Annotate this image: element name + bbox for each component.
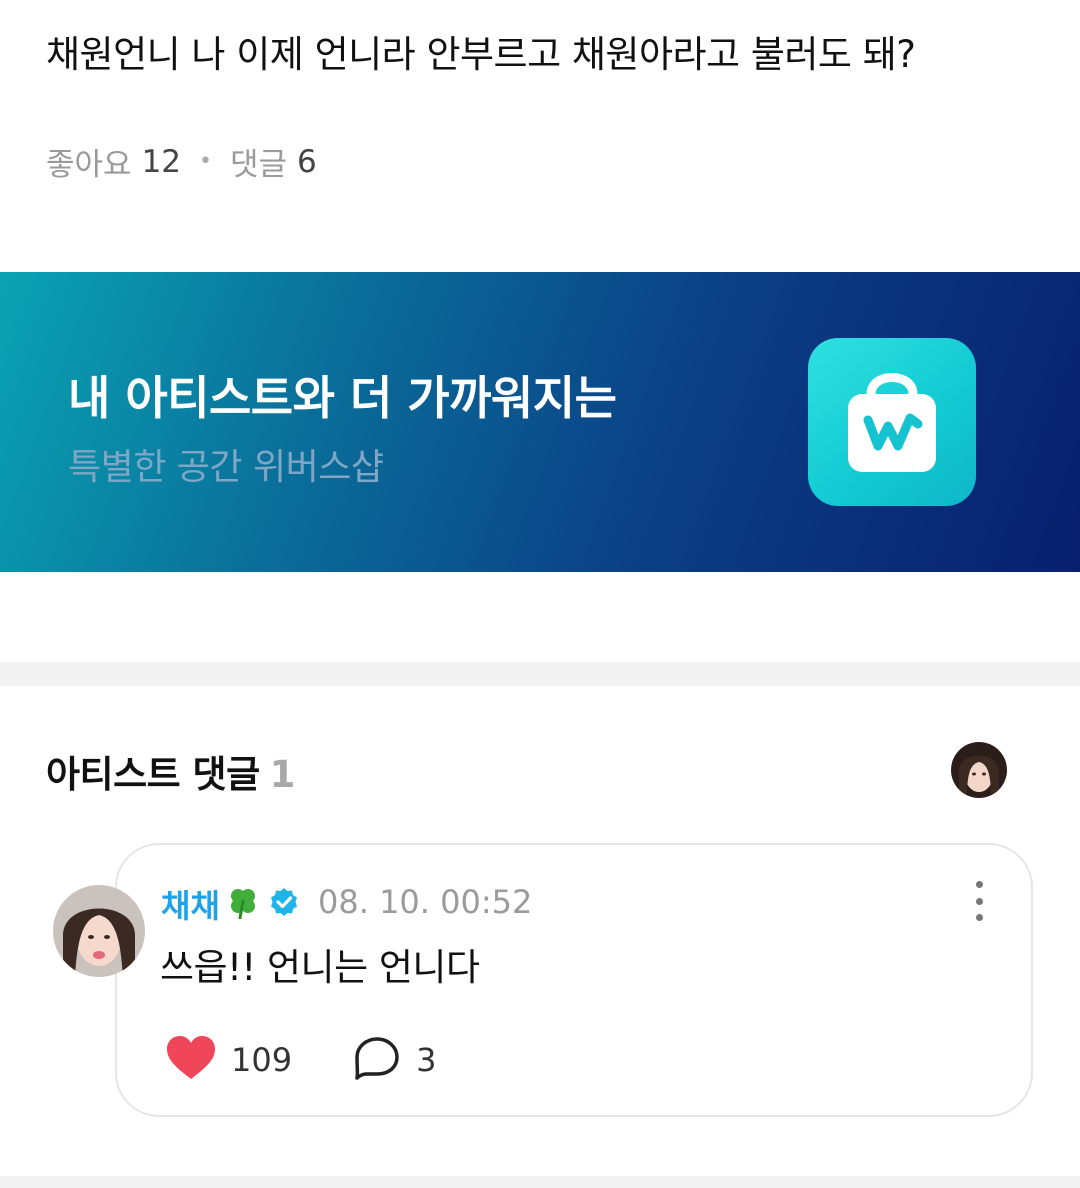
weverse-shop-banner[interactable]: 내 아티스트와 더 가까워지는 특별한 공간 위버스샵 (0, 272, 1080, 572)
comment-author-name[interactable]: 채채 (161, 881, 220, 927)
comments-label[interactable]: 댓글 (230, 139, 287, 184)
post-meta: 좋아요 12 • 댓글 6 (46, 139, 317, 184)
reply-button[interactable]: 3 (354, 1036, 436, 1084)
likes-label[interactable]: 좋아요 (46, 139, 132, 184)
comment-actions: 109 3 (165, 1035, 436, 1085)
banner-title: 내 아티스트와 더 가까워지는 (68, 371, 617, 425)
comments-count[interactable]: 6 (297, 144, 317, 180)
likes-count[interactable]: 12 (142, 144, 181, 180)
comment-timestamp: 08. 10. 00:52 (318, 883, 533, 921)
weverse-shop-bag-icon (808, 338, 976, 506)
comment-author[interactable]: 채채 (161, 881, 300, 927)
post-text: 채원언니 나 이제 언니라 안부르고 채원아라고 불러도 돼? (46, 33, 916, 76)
more-options-icon[interactable] (967, 881, 991, 921)
bottom-divider (0, 1176, 1080, 1188)
comment-author-avatar[interactable] (53, 885, 145, 977)
artist-comments-count: 1 (269, 753, 296, 796)
artist-comments-title: 아티스트 댓글 (46, 753, 260, 796)
like-count: 109 (231, 1041, 293, 1079)
verified-badge-icon (268, 886, 300, 922)
reply-count: 3 (416, 1041, 437, 1079)
artist-comments-header: 아티스트 댓글 1 (46, 744, 295, 798)
section-divider (0, 662, 1080, 686)
artist-comment-card: 채채 08. 10. 00:52 쓰읍!! 언니는 언니다 109 3 (115, 843, 1033, 1117)
clover-icon (226, 885, 260, 923)
banner-subtitle: 특별한 공간 위버스샵 (68, 447, 384, 488)
like-heart-icon[interactable] (165, 1035, 217, 1085)
reply-bubble-icon (354, 1036, 400, 1084)
comment-text: 쓰읍!! 언니는 언니다 (160, 946, 480, 989)
meta-separator-dot: • (199, 149, 212, 174)
artist-avatar-small[interactable] (951, 742, 1007, 798)
